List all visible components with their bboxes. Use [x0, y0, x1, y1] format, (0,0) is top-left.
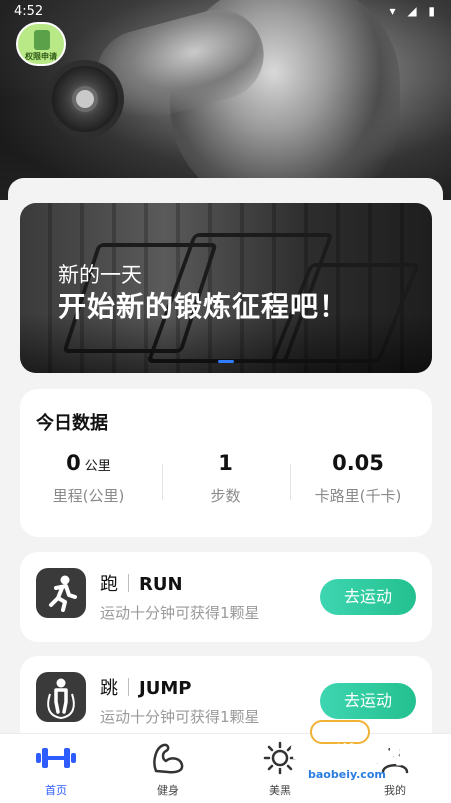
- start-run-button[interactable]: 去运动: [320, 579, 416, 615]
- dumbbell-icon: [0, 740, 112, 776]
- exercise-desc: 运动十分钟可获得1颗星: [100, 708, 260, 726]
- exercise-name: 跳 JUMP: [100, 678, 192, 699]
- status-bar: 4:52 ▾ ◢ ▮: [0, 0, 451, 24]
- watermark-text: 宝贝游戏网: [289, 744, 406, 770]
- promo-banner[interactable]: 新的一天 开始新的锻炼征程吧！: [20, 203, 432, 373]
- run-icon: [36, 568, 86, 618]
- start-jump-button[interactable]: 去运动: [320, 683, 416, 719]
- permission-badge[interactable]: 权限申请: [16, 22, 66, 66]
- hero-image: [0, 0, 451, 200]
- notepad-icon: [34, 30, 50, 50]
- watermark: 宝贝游戏网 baobeiy.com: [270, 720, 430, 800]
- stat-label: 里程(公里): [52, 487, 125, 505]
- nav-label: 首页: [45, 784, 67, 797]
- arm-flex-icon: [112, 740, 224, 776]
- nav-label: 健身: [157, 784, 179, 797]
- stat-label: 步数: [210, 487, 241, 505]
- jump-rope-icon: [36, 672, 86, 722]
- stat-label: 卡路里(千卡): [314, 487, 402, 505]
- today-data-card: 今日数据 0 公里 里程(公里) 1 步数 0.05 卡路里(千卡): [20, 389, 432, 537]
- stat-distance: 0 公里 里程(公里): [20, 451, 157, 506]
- permission-badge-label: 权限申请: [25, 52, 57, 61]
- stat-value: 1: [218, 451, 233, 475]
- stat-calories: 0.05 卡路里(千卡): [284, 451, 432, 506]
- exercise-card-run: 跑 RUN 运动十分钟可获得1颗星 去运动: [20, 552, 432, 642]
- nav-home[interactable]: 首页: [0, 740, 112, 798]
- watermark-url: baobeiy.com: [308, 768, 386, 781]
- stat-unit: 公里: [84, 459, 111, 474]
- status-icons: ▾ ◢ ▮: [389, 4, 439, 18]
- nav-fitness[interactable]: 健身: [112, 740, 224, 798]
- banner-indicator: [20, 348, 432, 367]
- stat-value: 0: [66, 451, 81, 475]
- stat-steps: 1 步数: [157, 451, 294, 506]
- exercise-name: 跑 RUN: [100, 574, 183, 595]
- banner-title: 开始新的锻炼征程吧！: [58, 290, 349, 323]
- exercise-desc: 运动十分钟可获得1颗星: [100, 604, 260, 622]
- status-time: 4:52: [14, 4, 44, 19]
- stat-value: 0.05: [332, 451, 384, 475]
- app-screen: 4:52 ▾ ◢ ▮ 权限申请 新的一天 开始新的锻炼征程吧！ 今日数据 0 公里…: [0, 0, 451, 803]
- today-title: 今日数据: [36, 413, 108, 434]
